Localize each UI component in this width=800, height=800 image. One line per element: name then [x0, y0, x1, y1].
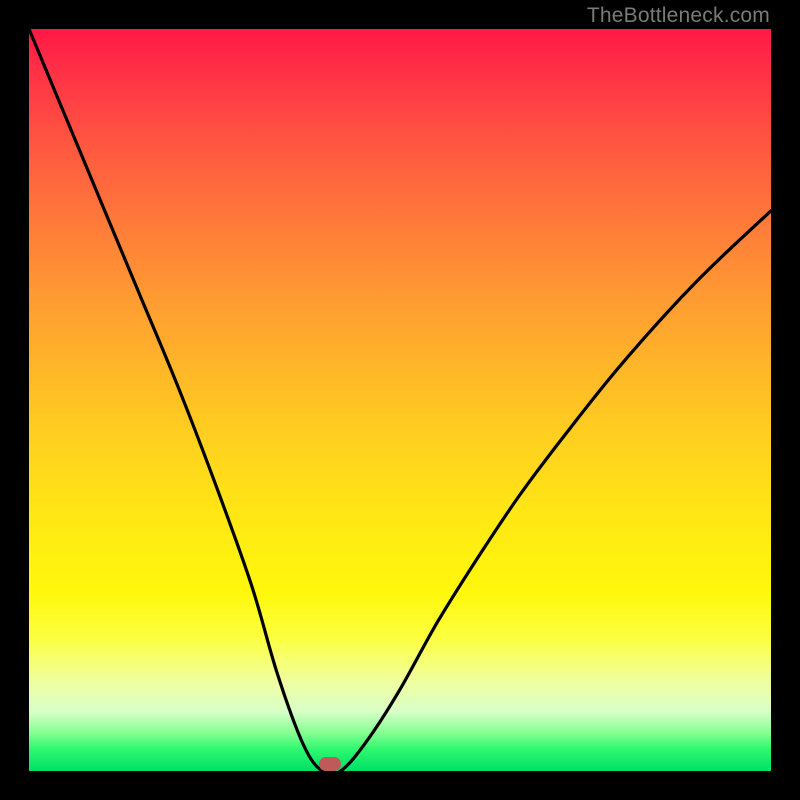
watermark-label: TheBottleneck.com [587, 4, 770, 28]
optimal-marker [319, 757, 341, 771]
bottleneck-curve [29, 29, 771, 771]
plot-area [29, 29, 771, 771]
chart-frame: TheBottleneck.com [0, 0, 800, 800]
curve-svg [29, 29, 771, 771]
